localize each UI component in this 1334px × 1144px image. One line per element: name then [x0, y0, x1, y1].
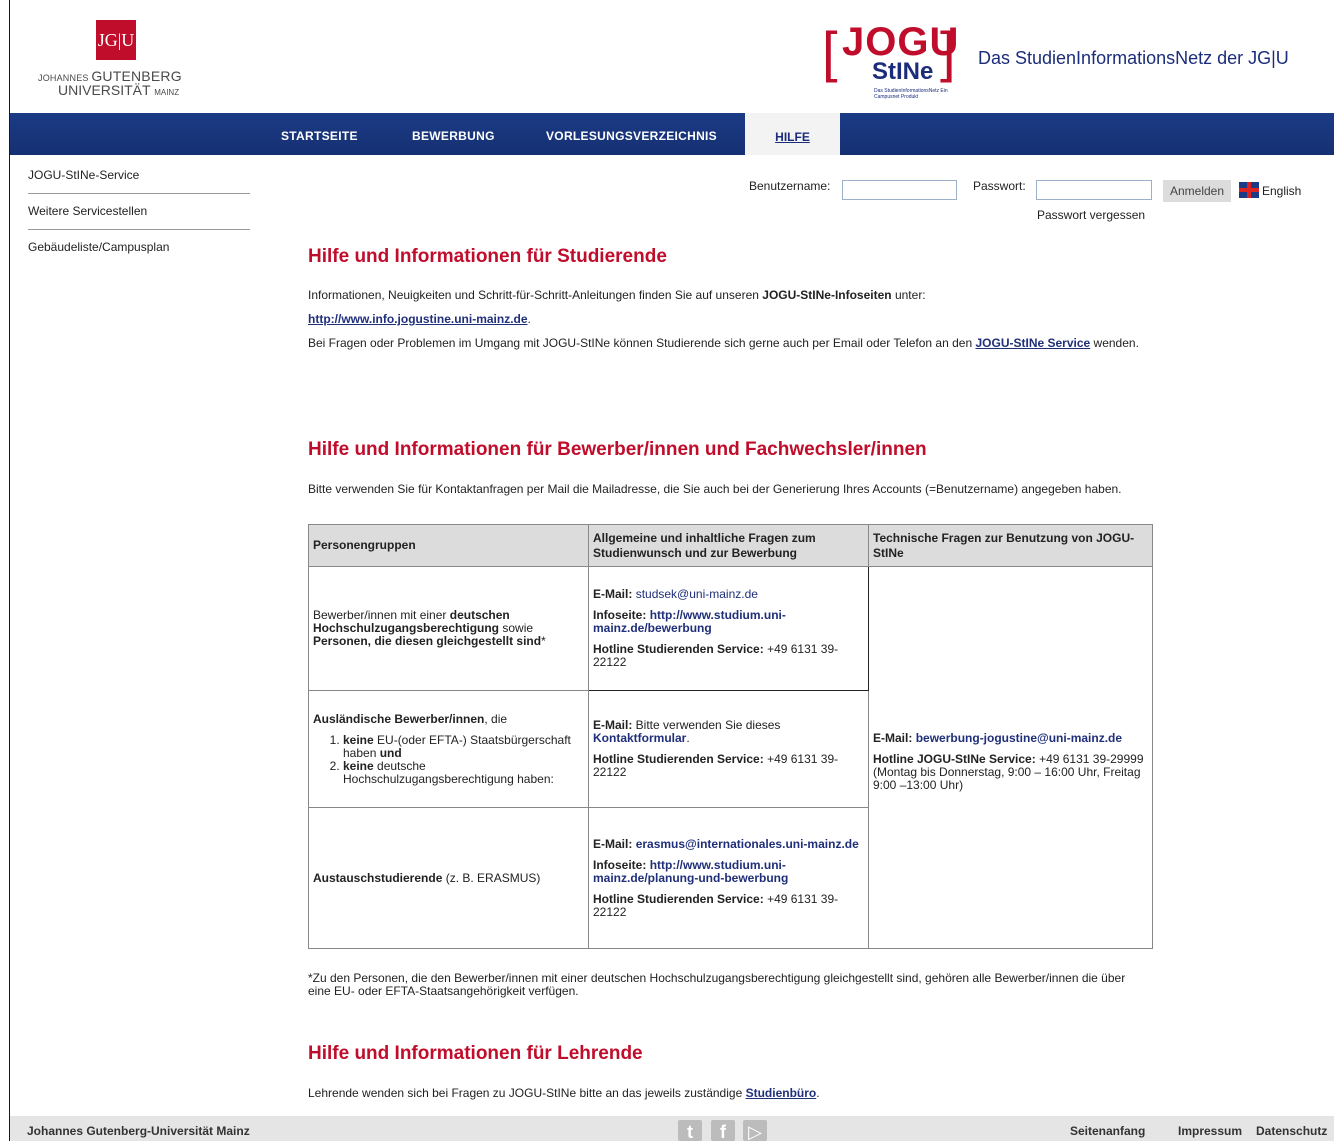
sidebar-item-jogu-stine-service[interactable]: JOGU-StINe-Service: [28, 158, 250, 194]
footer-link-impressum[interactable]: Impressum: [1178, 1124, 1242, 1138]
table-cell-group: Ausländische Bewerber/innen, die keine E…: [308, 690, 589, 808]
nav-bewerbung[interactable]: BEWERBUNG: [412, 113, 495, 155]
table-row: Bewerber/innen mit einer deutschen Hochs…: [308, 566, 1153, 949]
info-site-link[interactable]: http://www.info.jogustine.uni-mainz.de: [308, 312, 528, 326]
section-studierende-p3: Bei Fragen oder Problemen im Umgang mit …: [308, 336, 1139, 350]
page-frame: JG|U JOHANNES GUTENBERG UNIVERSITÄT MAIN…: [9, 0, 1334, 1142]
username-label: Benutzername:: [749, 179, 831, 193]
jgu-logo[interactable]: JG|U JOHANNES GUTENBERG UNIVERSITÄT MAIN…: [38, 20, 188, 100]
main-nav: STARTSEITE BEWERBUNG VORLESUNGSVERZEICHN…: [10, 113, 1334, 155]
email-link-erasmus[interactable]: erasmus@internationales.uni-mainz.de: [636, 837, 859, 851]
login-button[interactable]: Anmelden: [1163, 180, 1231, 202]
email-link-studsek[interactable]: studsek@uni-mainz.de: [636, 587, 758, 601]
section-studierende-p1: Informationen, Neuigkeiten und Schritt-f…: [308, 288, 926, 302]
stine-logo-subtitle: Das StudienInformationsNetz Ein Campusne…: [874, 88, 948, 100]
sidebar-item-gebaeudeliste[interactable]: Gebäudeliste/Campusplan: [28, 230, 250, 265]
jgu-logo-mark: JG|U: [96, 20, 136, 60]
stine-logo-stine: StINe: [872, 58, 934, 85]
table-cell-general: E-Mail: Bitte verwenden Sie dieses Konta…: [588, 690, 869, 808]
section-studierende-p2: http://www.info.jogustine.uni-mainz.de.: [308, 312, 531, 326]
language-english-link[interactable]: English: [1262, 184, 1301, 198]
facebook-icon[interactable]: f: [711, 1120, 735, 1142]
table-cell-group: Bewerber/innen mit einer deutschen Hochs…: [308, 566, 589, 691]
site-title: Das StudienInformationsNetz der JG|U: [978, 48, 1289, 68]
table-cell-general: E-Mail: studsek@uni-mainz.de Infoseite: …: [588, 566, 869, 691]
jogu-stine-service-link[interactable]: JOGU-StINe Service: [975, 336, 1090, 350]
table-cell-group: Austauschstudierende (z. B. ERASMUS): [308, 807, 589, 949]
site-footer: Johannes Gutenberg-Universität Mainz t f…: [10, 1116, 1334, 1142]
table-cell-general: E-Mail: erasmus@internationales.uni-main…: [588, 807, 869, 949]
section-bewerber-title: Hilfe und Informationen für Bewerber/inn…: [308, 439, 927, 460]
table-header: Personengruppen: [308, 524, 589, 567]
nav-startseite[interactable]: STARTSEITE: [281, 113, 358, 155]
footer-link-datenschutz[interactable]: Datenschutz: [1256, 1124, 1327, 1138]
jogu-stine-logo[interactable]: [ JOGU ] StINe Das StudienInformationsNe…: [822, 14, 962, 104]
table-header: Allgemeine und inhaltliche Fragen zum St…: [588, 524, 869, 567]
nav-hilfe[interactable]: HILFE: [745, 113, 840, 155]
footnote: *Zu den Personen, die den Bewerber/innen…: [308, 972, 1148, 998]
studienbuero-link[interactable]: Studienbüro: [746, 1086, 817, 1100]
section-studierende: Hilfe und Informationen für Studierende …: [308, 246, 1148, 350]
footer-university: Johannes Gutenberg-Universität Mainz: [27, 1124, 250, 1138]
password-input[interactable]: [1036, 180, 1152, 200]
twitter-icon[interactable]: t: [678, 1120, 702, 1142]
sidebar-item-weitere-servicestellen[interactable]: Weitere Servicestellen: [28, 194, 250, 230]
section-bewerber: Hilfe und Informationen für Bewerber/inn…: [308, 439, 1148, 496]
jgu-logo-line2: UNIVERSITÄT MAINZ: [58, 82, 180, 98]
email-link-bewerbung-jogustine[interactable]: bewerbung-jogustine@uni-mainz.de: [916, 731, 1122, 745]
nav-vorlesungsverzeichnis[interactable]: VORLESUNGSVERZEICHNIS: [546, 113, 717, 155]
footnote-text: *Zu den Personen, die den Bewerber/innen…: [308, 971, 1126, 998]
site-header: JG|U JOHANNES GUTENBERG UNIVERSITÄT MAIN…: [10, 0, 1334, 113]
contact-table: Personengruppen Allgemeine und inhaltlic…: [308, 524, 1153, 949]
section-lehrende-title: Hilfe und Informationen für Lehrende: [308, 1043, 643, 1064]
section-bewerber-intro: Bitte verwenden Sie für Kontaktanfragen …: [308, 482, 1122, 496]
youtube-icon[interactable]: ▷: [743, 1120, 767, 1142]
kontaktformular-link[interactable]: Kontaktformular: [593, 731, 686, 745]
password-label: Passwort:: [973, 179, 1026, 193]
section-lehrende-p: Lehrende wenden sich bei Fragen zu JOGU-…: [308, 1086, 820, 1100]
footer-link-seitenanfang[interactable]: Seitenanfang: [1070, 1124, 1145, 1138]
table-header-row: Personengruppen Allgemeine und inhaltlic…: [308, 524, 1153, 567]
username-input[interactable]: [842, 180, 957, 200]
section-lehrende: Hilfe und Informationen für Lehrende Leh…: [308, 1043, 1148, 1100]
table-header: Technische Fragen zur Benutzung von JOGU…: [868, 524, 1153, 567]
table-cell-technical: E-Mail: bewerbung-jogustine@uni-mainz.de…: [868, 566, 1153, 949]
section-studierende-title: Hilfe und Informationen für Studierende: [308, 246, 667, 267]
forgot-password-link[interactable]: Passwort vergessen: [1037, 208, 1145, 222]
uk-flag-icon[interactable]: [1239, 182, 1259, 198]
